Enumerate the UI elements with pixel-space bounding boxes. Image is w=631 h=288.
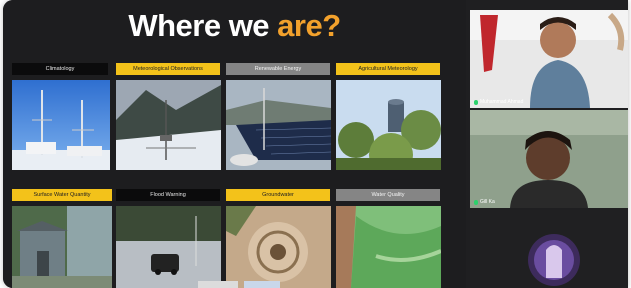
- snow-instrument-photo: [116, 80, 221, 170]
- mic-icon: [474, 99, 478, 105]
- water-tank-trees-photo: [336, 80, 441, 170]
- solar-panels-photo: [226, 80, 331, 170]
- well-aerial-photo: [226, 206, 331, 288]
- slide-footer-bar: [198, 281, 238, 288]
- participant-name-tag: Gill Ka: [474, 199, 495, 205]
- tile-label-flood-warning: Flood Warning: [116, 189, 220, 201]
- participant-video-1[interactable]: Muhammad Ahmad: [470, 10, 628, 108]
- mic-icon: [474, 199, 478, 205]
- tile-label-groundwater: Groundwater: [226, 189, 330, 201]
- slide-title-accent: are?: [277, 8, 341, 43]
- participant-avatar-3[interactable]: [470, 210, 628, 288]
- slide-footer-bar-blue: [244, 281, 280, 288]
- tile-label-climatology: Climatology: [12, 63, 108, 75]
- shared-slide: Where we are? Climatology Meteorological…: [3, 0, 466, 288]
- participant-name-tag: Muhammad Ahmad: [474, 99, 523, 105]
- tile-label-meteorological-observations: Meteorological Observations: [116, 63, 220, 75]
- tile-label-water-quality: Water Quality: [336, 189, 440, 201]
- tile-label-renewable-energy: Renewable Energy: [226, 63, 330, 75]
- algae-lake-photo: [336, 206, 441, 288]
- tile-label-agricultural-meteorology: Agricultural Meteorology: [336, 63, 440, 75]
- river-gauge-hut-photo: [12, 206, 112, 288]
- meeting-window: Where we are? Climatology Meteorological…: [3, 0, 628, 288]
- weather-station-photo: [12, 80, 110, 170]
- slide-title: Where we are?: [128, 8, 341, 43]
- flooded-road-photo: [116, 206, 221, 288]
- tile-label-surface-water-quantity: Surface Water Quantity: [12, 189, 112, 201]
- participant-video-2[interactable]: Gill Ka: [470, 110, 628, 208]
